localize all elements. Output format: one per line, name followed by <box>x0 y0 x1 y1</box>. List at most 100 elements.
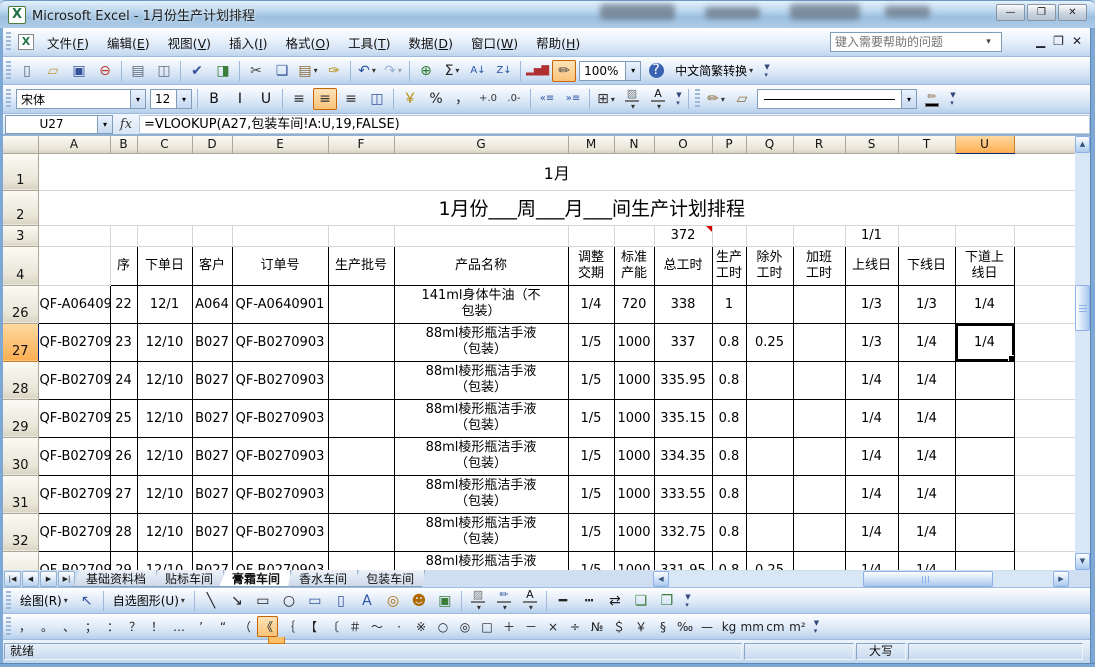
select-objects-button[interactable]: ↖ <box>75 590 99 612</box>
draw-menu-button[interactable]: 绘图(R) ▾ <box>15 590 73 612</box>
draw-line-color-button[interactable]: ✏▾ <box>492 590 516 612</box>
cell-O27[interactable]: 337 <box>654 323 712 361</box>
symbol-button-32[interactable]: kg <box>719 616 740 637</box>
cell-R28[interactable] <box>793 361 845 399</box>
column-header-F[interactable]: F <box>328 136 394 153</box>
column-header-S[interactable]: S <box>845 136 898 153</box>
cell-T27[interactable]: 1/4 <box>898 323 955 361</box>
symbol-button-25[interactable]: ÷ <box>565 616 586 637</box>
column-header-Q[interactable]: Q <box>746 136 793 153</box>
vertical-text-box-button[interactable]: ▯ <box>329 590 353 612</box>
cell-N3[interactable] <box>614 225 654 246</box>
cell-F31[interactable] <box>328 475 394 513</box>
cell-A30[interactable]: QF-B02709 <box>38 437 110 475</box>
toolbar-grip[interactable] <box>6 591 11 611</box>
cell-N27[interactable]: 1000 <box>614 323 654 361</box>
save-button[interactable]: ▣ <box>67 60 91 82</box>
cell-A4[interactable] <box>38 246 110 285</box>
cell-E33[interactable]: QF-B0270903 <box>232 551 328 570</box>
title-bar[interactable]: X Microsoft Excel - 1月份生产计划排程 — ❐ ✕ <box>0 0 1095 28</box>
sheet-tab-香水车间[interactable]: 香水车间 <box>286 570 358 587</box>
cell-S31[interactable]: 1/4 <box>845 475 898 513</box>
borders-button[interactable]: ⊞▾ <box>594 88 618 110</box>
workbook-close-button[interactable]: ✕ <box>1072 34 1082 48</box>
underline-button[interactable]: U <box>254 88 278 110</box>
menu-item-1[interactable]: 编辑(E) <box>98 29 159 56</box>
align-left-button[interactable]: ≡ <box>287 88 311 110</box>
cell-F26[interactable] <box>328 285 394 323</box>
tab-scroll-prev[interactable]: ◀ <box>22 571 39 587</box>
cell-S27[interactable]: 1/3 <box>845 323 898 361</box>
font-size-combo[interactable]: 12 ▾ <box>150 89 192 109</box>
table-header-U[interactable]: 下道上 线日 <box>955 246 1014 285</box>
cell-G3[interactable] <box>394 225 568 246</box>
help-search-input[interactable] <box>831 35 981 49</box>
chinese-conversion-dropdown[interactable]: ▾ <box>749 66 753 75</box>
cell-C3[interactable] <box>137 225 192 246</box>
insert-function-button[interactable]: fx <box>113 117 139 132</box>
cell-Q30[interactable] <box>746 437 793 475</box>
cell-C28[interactable]: 12/10 <box>137 361 192 399</box>
cell-T3[interactable] <box>898 225 955 246</box>
workbook-restore-button[interactable]: ❐ <box>1053 34 1064 48</box>
cell-stub[interactable] <box>1014 399 1075 437</box>
column-header-P[interactable]: P <box>712 136 746 153</box>
cell-N31[interactable]: 1000 <box>614 475 654 513</box>
borders-dropdown[interactable]: ▾ <box>611 95 615 104</box>
help-button[interactable]: ? <box>644 60 668 82</box>
cell-P28[interactable]: 0.8 <box>712 361 746 399</box>
cell-stub[interactable] <box>1014 225 1075 246</box>
cell-B32[interactable]: 28 <box>110 513 137 551</box>
draw-line-color-dropdown[interactable]: ▾ <box>503 603 507 612</box>
cell-C29[interactable]: 12/10 <box>137 399 192 437</box>
workbook-icon[interactable]: X <box>18 34 34 50</box>
cell-A28[interactable]: QF-B02709 <box>38 361 110 399</box>
dash-style-button[interactable]: ┅ <box>577 590 601 612</box>
cell-D32[interactable]: B027 <box>192 513 232 551</box>
merge-center-button[interactable]: ◫ <box>365 88 389 110</box>
worksheet-grid[interactable]: ABCDEFGMNOPQRSTU11月21月份___周___月___间生产计划排… <box>3 136 1075 570</box>
cell-F32[interactable] <box>328 513 394 551</box>
cell-Q3[interactable] <box>746 225 793 246</box>
sheet-tab-贴标车间[interactable]: 贴标车间 <box>152 570 224 587</box>
cell-T30[interactable]: 1/4 <box>898 437 955 475</box>
column-header-T[interactable]: T <box>898 136 955 153</box>
toolbar-options-chevron[interactable]: ▼▾ <box>947 88 959 110</box>
symbol-button-10[interactable]: （ <box>235 616 256 637</box>
paste-button[interactable]: ▤▾ <box>296 60 320 82</box>
toolbar-options-chevron[interactable]: ▼▾ <box>673 88 685 110</box>
row-header-30[interactable]: 30 <box>3 437 38 475</box>
cell-M32[interactable]: 1/5 <box>568 513 614 551</box>
open-file-button[interactable]: ▱ <box>41 60 65 82</box>
chinese-conversion-button[interactable]: 中文简繁转换 ▾ <box>670 60 758 82</box>
menu-item-2[interactable]: 视图(V) <box>159 29 220 56</box>
cell-U29[interactable] <box>955 399 1014 437</box>
symbol-button-6[interactable]: ！ <box>147 616 168 637</box>
cell-G27[interactable]: 88ml棱形瓶洁手液 （包装） <box>394 323 568 361</box>
cell-A29[interactable]: QF-B02709 <box>38 399 110 437</box>
undo-button[interactable]: ↶▾ <box>355 60 379 82</box>
cell-E30[interactable]: QF-B0270903 <box>232 437 328 475</box>
draw-border-button[interactable]: ✏▾ <box>704 88 728 110</box>
cell-R3[interactable] <box>793 225 845 246</box>
table-header-D[interactable]: 客户 <box>192 246 232 285</box>
menu-item-7[interactable]: 窗口(W) <box>462 29 527 56</box>
cell-G32[interactable]: 88ml棱形瓶洁手液 （包装） <box>394 513 568 551</box>
rectangle-button[interactable]: ▭ <box>251 590 275 612</box>
toolbar-options-chevron[interactable]: ▼▾ <box>682 590 694 612</box>
cell-title-schedule[interactable]: 1月份___周___月___间生产计划排程 <box>38 190 1075 225</box>
threed-style-button[interactable]: ❒ <box>655 590 679 612</box>
cell-D28[interactable]: B027 <box>192 361 232 399</box>
symbol-button-21[interactable]: □ <box>477 616 498 637</box>
text-box-button[interactable]: ▭ <box>303 590 327 612</box>
row-header-1[interactable]: 1 <box>3 153 38 190</box>
cell-O32[interactable]: 332.75 <box>654 513 712 551</box>
column-header-D[interactable]: D <box>192 136 232 153</box>
cell-E29[interactable]: QF-B0270903 <box>232 399 328 437</box>
cell-O3-with-comment[interactable]: 372 <box>654 225 712 246</box>
maximize-button[interactable]: ❐ <box>1027 4 1056 21</box>
font-color-button[interactable]: A▾ <box>646 88 670 110</box>
cell-C30[interactable]: 12/10 <box>137 437 192 475</box>
cell-C32[interactable]: 12/10 <box>137 513 192 551</box>
symbol-button-19[interactable]: ○ <box>433 616 454 637</box>
